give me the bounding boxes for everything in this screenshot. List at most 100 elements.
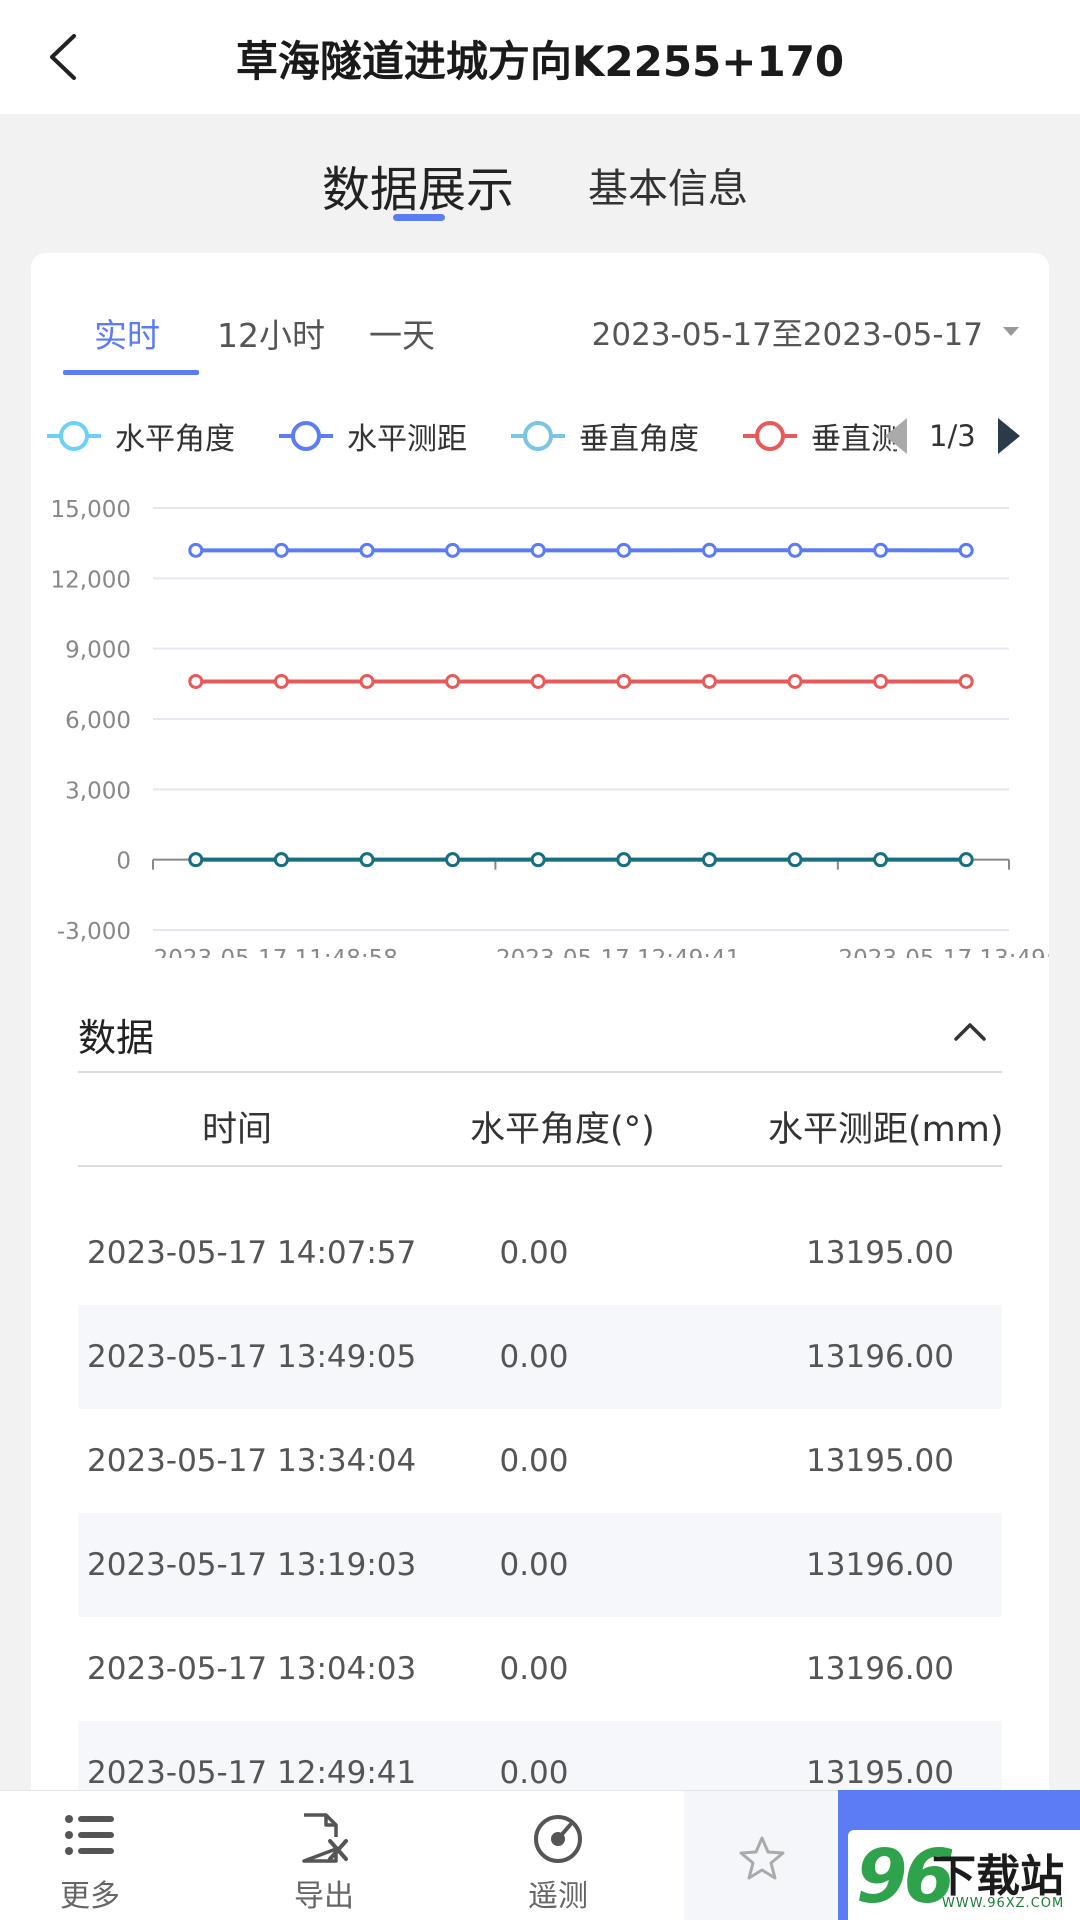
data-point [359,852,375,868]
legend-marker-icon [47,421,101,451]
app-header: 草海隧道进城方向K2255+170 [0,0,1080,114]
cell-time: 2023-05-17 13:19:03 [87,1547,417,1583]
tab-favorite[interactable] [684,1791,838,1920]
triangle-left-icon [885,418,907,454]
legend-page-indicator: 1/3 [929,419,976,453]
data-point [188,673,204,689]
cell-time: 2023-05-17 12:49:41 [87,1755,417,1791]
watermark-logo: 96 下载站 WWW.96XZ.COM [838,1790,1080,1920]
legend-label: 水平测距 [347,422,467,457]
data-point [873,673,889,689]
cell-horizontal-angle: 0.00 [499,1651,569,1687]
data-point [530,852,546,868]
cell-horizontal-distance: 13196.00 [806,1339,954,1375]
cell-time: 2023-05-17 13:49:05 [87,1339,417,1375]
cell-horizontal-angle: 0.00 [499,1755,569,1791]
cell-time: 2023-05-17 13:34:04 [87,1443,417,1479]
data-point [958,673,974,689]
cell-horizontal-angle: 0.00 [499,1339,569,1375]
cell-time: 2023-05-17 14:07:57 [87,1235,417,1271]
legend-next-button[interactable] [997,416,1022,456]
data-card: 实时 12小时 一天 2023-05-17至2023-05-17 水平角度 水平… [31,253,1049,1920]
export-file-icon [302,1813,348,1863]
tab-active-indicator [393,214,445,221]
data-point [701,852,717,868]
range-tab-12h[interactable]: 12小时 [217,309,325,357]
date-range-picker[interactable]: 2023-05-17至2023-05-17 [592,309,1019,354]
range-tab-1day[interactable]: 一天 [369,309,435,357]
range-tab-indicator [63,370,199,375]
data-point [273,673,289,689]
range-tab-realtime[interactable]: 实时 [94,309,160,357]
data-point [873,542,889,558]
time-range-tabs: 实时 12小时 一天 2023-05-17至2023-05-17 [31,253,1049,377]
y-tick-label: 12,000 [51,567,131,593]
legend-item-horizontal-distance[interactable]: 水平测距 [279,406,467,466]
data-point [958,542,974,558]
telemetry-gauge-icon [534,1815,582,1863]
y-tick-label: 0 [116,849,131,875]
data-point [873,852,889,868]
cell-time: 2023-05-17 13:04:03 [87,1651,417,1687]
chevron-up-icon [954,1023,986,1041]
table-row[interactable]: 2023-05-17 13:19:03 0.00 13196.00 [78,1513,1002,1617]
data-point [616,673,632,689]
data-section-header: 数据 [78,993,1002,1073]
table-row[interactable]: 2023-05-17 13:34:04 0.00 13195.00 [78,1409,1002,1513]
legend-prev-button[interactable] [883,416,907,456]
tab-data-display[interactable]: 数据展示 [322,150,514,220]
data-point [787,852,803,868]
chart-legend: 水平角度 水平测距 垂直角度 垂直测距 1/3 [31,406,1049,466]
main-tabs: 数据展示 基本信息 [0,140,1080,230]
data-table: 2023-05-17 14:07:57 0.00 13195.00 2023-0… [78,1201,1002,1825]
legend-label: 水平角度 [115,422,235,457]
table-header: 时间 水平角度(°) 水平测距(mm) [78,1075,1004,1167]
tab-telemetry[interactable]: 遥测 [468,1791,648,1920]
data-point [188,542,204,558]
legend-marker-icon [279,421,333,451]
data-point [273,852,289,868]
tab-more[interactable]: 更多 [0,1791,180,1920]
table-row[interactable]: 2023-05-17 13:04:03 0.00 13196.00 [78,1617,1002,1721]
table-row[interactable]: 2023-05-17 14:07:57 0.00 13195.00 [78,1201,1002,1305]
x-tick-label: 2023-05-17 13:49:05 [838,946,1049,958]
cell-horizontal-angle: 0.00 [499,1547,569,1583]
date-range-text: 2023-05-17至2023-05-17 [591,317,983,353]
star-icon [739,1836,785,1880]
tab-export-label: 导出 [294,1879,354,1914]
cell-horizontal-angle: 0.00 [499,1235,569,1271]
legend-items: 水平角度 水平测距 垂直角度 垂直测距 [31,406,897,466]
data-point [530,542,546,558]
data-point [445,542,461,558]
y-tick-label: 6,000 [65,708,131,734]
column-header-horizontal-distance[interactable]: 水平测距(mm) [768,1101,1004,1152]
data-point [445,673,461,689]
cell-horizontal-distance: 13195.00 [806,1443,954,1479]
column-header-time[interactable]: 时间 [202,1101,272,1152]
cell-horizontal-distance: 13196.00 [806,1547,954,1583]
data-point [359,673,375,689]
line-chart: 15,000 12,000 9,000 6,000 3,000 0 -3,000 2023-0… [51,497,1049,958]
data-section-title: 数据 [78,1016,155,1060]
data-point [616,852,632,868]
legend-item-horizontal-angle[interactable]: 水平角度 [47,406,235,466]
data-point [445,852,461,868]
tab-basic-info[interactable]: 基本信息 [588,156,748,214]
collapse-button[interactable] [948,1011,992,1051]
y-tick-label: 9,000 [65,638,131,664]
tab-more-label: 更多 [60,1879,120,1914]
column-header-horizontal-angle[interactable]: 水平角度(°) [470,1101,655,1152]
cell-horizontal-distance: 13196.00 [806,1651,954,1687]
tab-export[interactable]: 导出 [234,1791,414,1920]
legend-item-vertical-angle[interactable]: 垂直角度 [511,406,699,466]
table-row[interactable]: 2023-05-17 13:49:05 0.00 13196.00 [78,1305,1002,1409]
data-point [701,673,717,689]
cell-horizontal-distance: 13195.00 [806,1235,954,1271]
data-point [188,852,204,868]
cell-horizontal-distance: 13195.00 [806,1755,954,1791]
data-point [530,673,546,689]
legend-item-vertical-distance[interactable]: 垂直测距 [743,406,897,466]
data-point [616,542,632,558]
tab-telemetry-label: 遥测 [528,1879,588,1914]
data-point [787,673,803,689]
